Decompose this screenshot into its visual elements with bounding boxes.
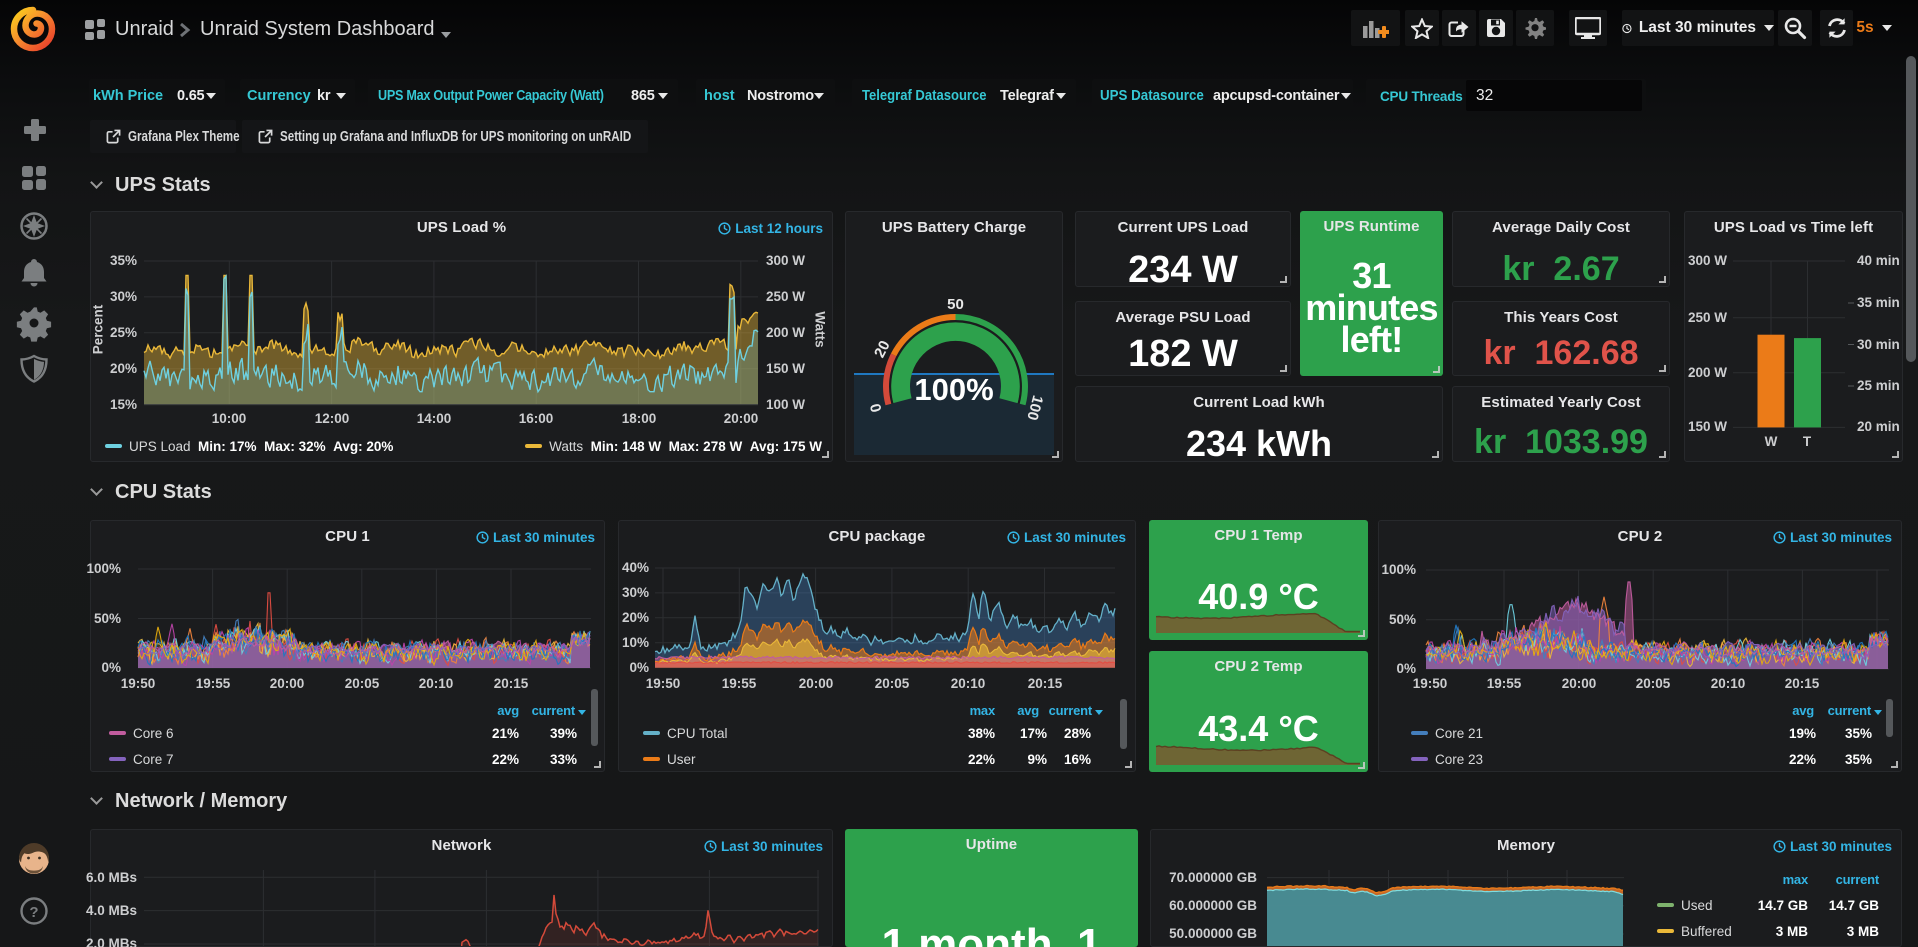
svg-text:50: 50 bbox=[947, 296, 964, 313]
svg-text:?: ? bbox=[29, 904, 38, 921]
